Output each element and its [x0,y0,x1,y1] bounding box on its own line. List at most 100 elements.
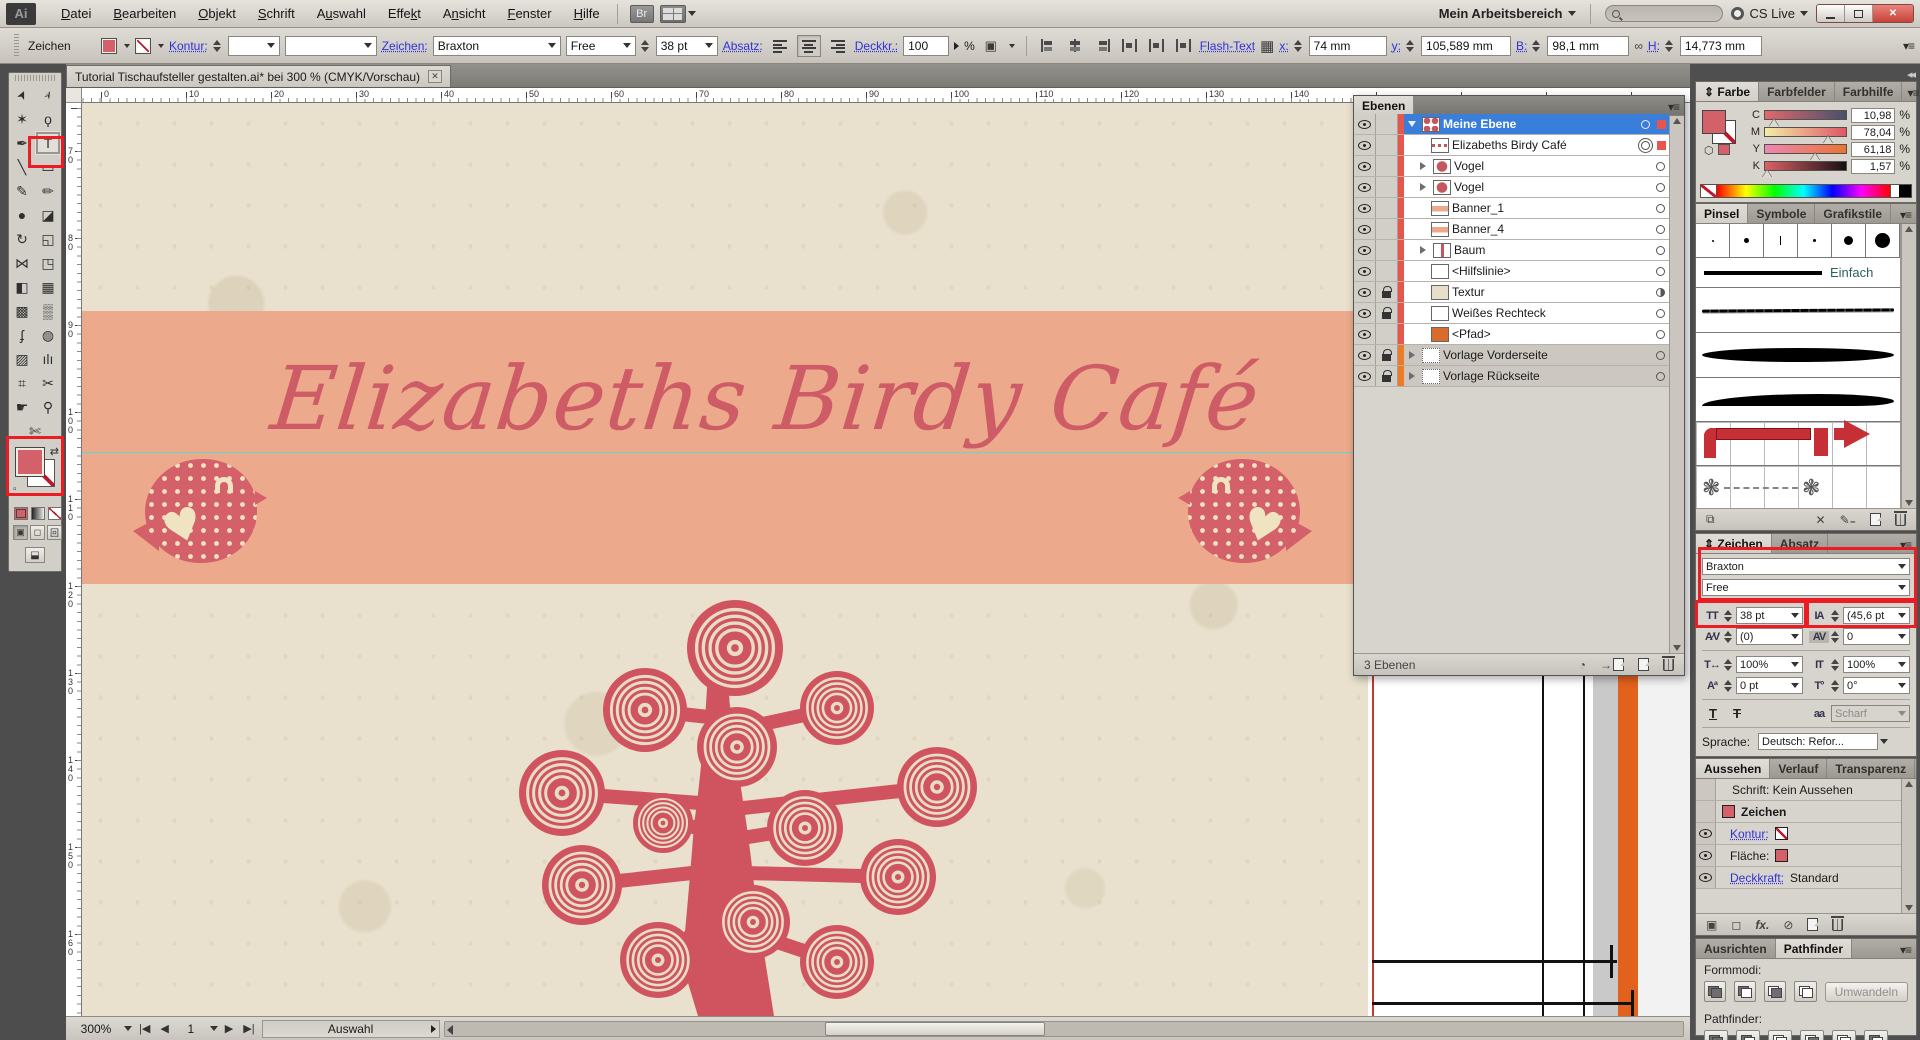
close-tab-icon[interactable]: ✕ [428,70,442,83]
merge-button[interactable] [1768,1030,1792,1040]
arrange-documents-button[interactable] [660,5,686,23]
tab-zeichen[interactable]: ⇕ Zeichen [1696,534,1772,553]
leading-field[interactable]: IA (45,6 pt [1809,607,1910,624]
visibility-toggle[interactable] [1354,135,1376,155]
fill-stroke-proxy[interactable]: ⇄ ▫ [13,445,59,497]
brush-item-charcoal[interactable] [1696,288,1900,333]
slider-thumb-icon[interactable] [1823,136,1833,144]
column-graph-tool[interactable]: ılı [35,347,61,371]
layer-thumbnail[interactable] [1431,264,1449,279]
first-page-button[interactable]: |◀ [136,1022,153,1035]
artboard-tool[interactable]: ⌗ [9,371,35,395]
knife-tool[interactable]: ✄ [22,419,48,443]
lock-toggle[interactable] [1376,219,1398,239]
y-label[interactable]: y: [1392,39,1401,53]
lasso-tool[interactable]: ϙ [35,107,61,131]
layer-row-main[interactable]: Baum [1404,240,1669,260]
width-input[interactable]: 98,1 mm [1547,36,1629,56]
layer-name[interactable]: Textur [1452,285,1485,299]
cs-live-menu[interactable]: CS Live [1731,6,1808,21]
lock-toggle[interactable] [1376,261,1398,281]
make-clipping-mask-icon[interactable]: ◔ [1579,658,1586,672]
expand-triangle-icon[interactable] [1420,246,1426,254]
layer-thumbnail[interactable] [1422,369,1440,384]
tab-transparenz[interactable]: Transparenz [1827,759,1915,778]
channel-value[interactable]: 78,04 [1851,125,1895,140]
width-profile-select[interactable] [285,36,377,56]
next-page-button[interactable]: ▶ [222,1022,236,1035]
minus-back-button[interactable] [1864,1030,1888,1040]
new-stroke-icon[interactable]: ▣ [1706,918,1717,932]
layer-row[interactable]: Banner_4 [1354,219,1669,240]
brush-item-swash[interactable] [1696,378,1900,422]
target-circle-icon[interactable] [1641,120,1650,129]
kerning-field[interactable]: A⁄V (0) [1702,628,1803,645]
channel-value[interactable]: 61,18 [1851,142,1895,157]
layer-row-main[interactable]: Textur [1404,282,1669,302]
tab-pathfinder[interactable]: Pathfinder [1776,939,1852,958]
brushes-scrollbar[interactable] [1901,224,1916,508]
fill-proxy-swatch[interactable] [15,447,45,477]
target-circle-icon[interactable] [1656,225,1665,234]
layer-name[interactable]: Vorlage Rückseite [1443,369,1540,383]
horizontal-scale-field[interactable]: T↔ 100% [1702,656,1803,673]
layer-row[interactable]: Vorlage Vorderseite [1354,345,1669,366]
rectangle-tool[interactable]: ▭ [35,155,61,179]
stroke-none-swatch[interactable] [1775,827,1788,840]
stroke-weight-select[interactable] [228,36,280,56]
none-swatch[interactable] [1701,185,1717,197]
exclude-button[interactable] [1794,981,1816,1002]
brush-item-tapered[interactable] [1696,333,1900,378]
none-mode-button[interactable] [48,507,62,520]
panel-menu-icon[interactable]: ▾≡ [1895,534,1916,553]
bridge-button[interactable]: Br [630,5,654,23]
menu-effekt[interactable]: Effekt [377,3,432,24]
divide-button[interactable] [1704,1030,1728,1040]
shape-builder-tool[interactable]: ◧ [9,275,35,299]
tracking-field[interactable]: AV 0 [1809,628,1910,645]
lock-toggle[interactable] [1376,240,1398,260]
language-field[interactable]: Sprache: Deutsch: Refor... [1702,733,1910,750]
minus-front-button[interactable] [1734,981,1756,1002]
document-tab[interactable]: Tutorial Tischaufsteller gestalten.ai* b… [66,65,451,87]
zoom-tool[interactable]: ⚲ [35,395,61,419]
visibility-toggle[interactable] [1354,198,1376,218]
font-style-select[interactable]: Free [566,36,636,56]
drag-grip[interactable] [15,75,55,81]
target-circle-icon[interactable] [1656,267,1665,276]
free-transform-tool[interactable]: ◳ [35,251,61,275]
brush-item-calligraphic[interactable] [1866,224,1900,257]
layer-row[interactable]: Baum [1354,240,1669,261]
collapse-dock-icon[interactable]: ◂◂ [1907,68,1914,81]
layer-thumbnail[interactable] [1431,138,1449,153]
draw-normal-button[interactable]: ▣ [13,525,28,540]
layer-thumbnail[interactable] [1433,243,1451,258]
channel-slider[interactable] [1764,110,1847,120]
draw-behind-button[interactable]: ◻ [30,525,45,540]
slider-thumb-icon[interactable] [1762,170,1772,178]
appearance-row[interactable]: Kontur: [1696,823,1916,845]
expand-triangle-icon[interactable] [1420,183,1426,191]
x-input[interactable]: 74 mm [1309,36,1387,56]
channel-value[interactable]: 1,57 [1851,159,1895,174]
width-stepper[interactable] [1532,40,1540,52]
layer-row[interactable]: Meine Ebene [1354,114,1669,135]
panel-menu-icon[interactable]: ▾≡ [1663,96,1684,115]
layer-row[interactable]: Vogel [1354,177,1669,198]
distribute-center-button[interactable] [1146,36,1168,56]
visibility-toggle[interactable] [1354,156,1376,176]
minimize-button[interactable] [1817,5,1845,22]
brush-item-basic[interactable]: Einfach [1696,258,1900,288]
stroke-weight-link[interactable]: Kontur: [169,39,208,53]
layer-thumbnail[interactable] [1431,327,1449,342]
delete-item-icon[interactable] [1832,919,1843,931]
new-layer-icon[interactable] [1638,658,1649,671]
tab-layers[interactable]: Ebenen [1354,96,1414,115]
brush-item-calligraphic[interactable] [1730,224,1764,257]
duplicate-item-icon[interactable] [1807,918,1818,931]
previous-page-button[interactable]: ◀ [157,1022,171,1035]
layer-name[interactable]: Vorlage Vorderseite [1443,348,1548,362]
lock-toggle[interactable] [1376,156,1398,176]
paintbrush-tool[interactable]: ✎ [9,179,35,203]
rotate-tool[interactable]: ↻ [9,227,35,251]
